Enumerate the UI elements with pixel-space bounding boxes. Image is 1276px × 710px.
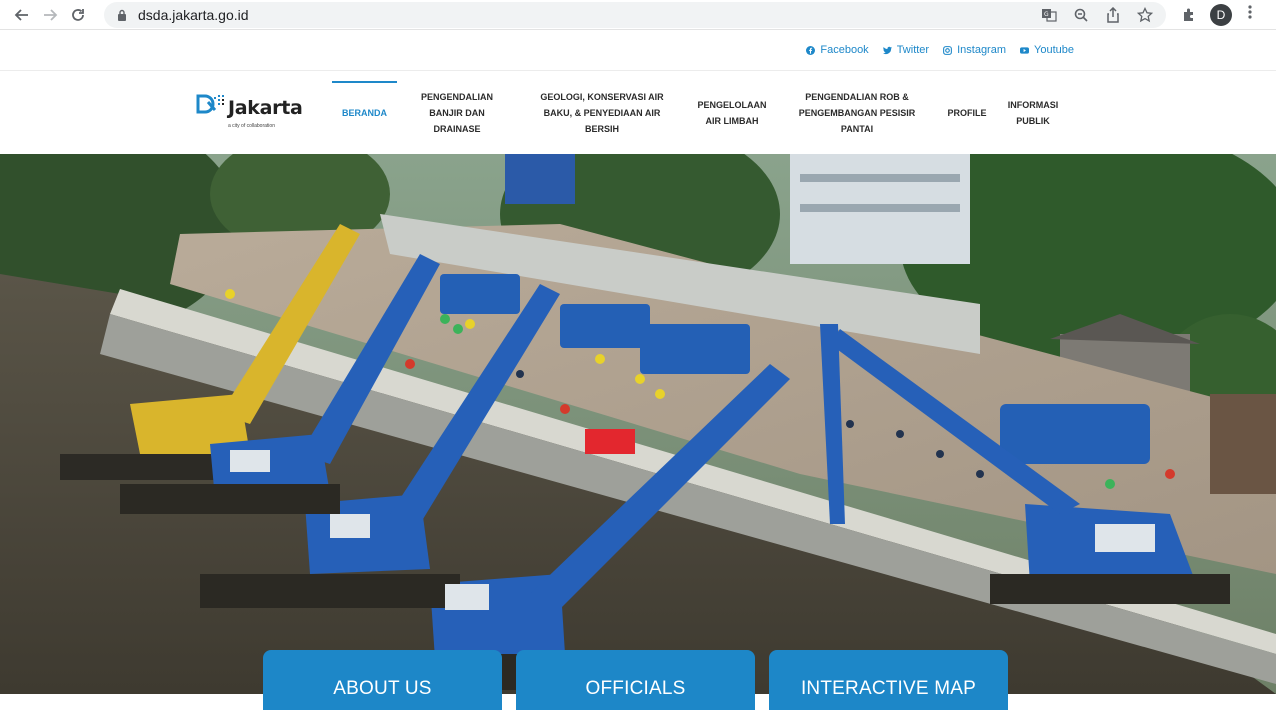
nav-item-geologi[interactable]: GEOLOGI, KONSERVASI AIR BAKU, & PENYEDIA… — [517, 71, 687, 154]
jakarta-logo[interactable]: Jakarta a city of collaboration — [196, 91, 308, 135]
social-label: Twitter — [896, 44, 930, 56]
social-label: Facebook — [820, 44, 869, 56]
logo-wordmark: Jakarta — [228, 97, 303, 119]
nav-item-pengelolaan-air-limbah[interactable]: PENGELOLAAN AIR LIMBAH — [687, 71, 777, 154]
youtube-icon — [1020, 46, 1030, 54]
cta-cards: ABOUT US OFFICIALS INTERACTIVE MAP — [263, 650, 1008, 710]
nav-item-pengendalian-rob[interactable]: PENGENDALIAN ROB & PENGEMBANGAN PESISIR … — [777, 71, 937, 154]
share-icon[interactable] — [1102, 4, 1124, 26]
svg-text:G: G — [1044, 11, 1049, 18]
social-label: Instagram — [957, 44, 1007, 56]
instagram-icon — [943, 45, 953, 55]
about-us-card[interactable]: ABOUT US — [263, 650, 502, 710]
social-link-twitter[interactable]: Twitter — [882, 44, 930, 56]
zoom-icon[interactable] — [1070, 4, 1092, 26]
back-icon[interactable] — [8, 1, 36, 29]
jakarta-logo-mark-icon — [196, 94, 224, 114]
lock-icon[interactable] — [114, 7, 130, 23]
hero-canal-excavators-image — [0, 154, 1276, 694]
interactive-map-card[interactable]: INTERACTIVE MAP — [769, 650, 1008, 710]
officials-card[interactable]: OFFICIALS — [516, 650, 755, 710]
translate-icon[interactable]: G — [1038, 4, 1060, 26]
forward-icon[interactable] — [36, 1, 64, 29]
address-bar[interactable]: dsda.jakarta.go.id G — [104, 1, 1166, 28]
hero-image — [0, 154, 1276, 694]
main-header: Jakarta a city of collaboration BERANDA … — [0, 71, 1276, 154]
nav-item-beranda[interactable]: BERANDA — [332, 71, 397, 154]
profile-avatar[interactable]: D — [1210, 3, 1232, 26]
nav-item-informasi-publik[interactable]: INFORMASI PUBLIK — [997, 71, 1069, 154]
logo-tagline: a city of collaboration — [228, 123, 275, 129]
nav-item-pengendalian-banjir[interactable]: PENGENDALIAN BANJIR DAN DRAINASE — [397, 71, 517, 154]
url-text[interactable]: dsda.jakarta.go.id — [138, 7, 249, 23]
social-link-instagram[interactable]: Instagram — [943, 44, 1006, 56]
social-label: Youtube — [1034, 44, 1074, 56]
nav-item-profile[interactable]: PROFILE — [937, 71, 997, 154]
social-link-youtube[interactable]: Youtube — [1020, 44, 1074, 56]
primary-menu: BERANDA PENGENDALIAN BANJIR DAN DRAINASE… — [332, 71, 1069, 154]
social-bar: Facebook Twitter Instagram Youtube — [0, 30, 1276, 71]
twitter-icon — [882, 46, 892, 54]
facebook-icon — [806, 45, 816, 55]
reload-icon[interactable] — [64, 1, 92, 29]
menu-kebab-icon[interactable] — [1242, 4, 1258, 25]
bookmark-star-icon[interactable] — [1134, 4, 1156, 26]
browser-toolbar: dsda.jakarta.go.id G D — [0, 0, 1276, 30]
social-link-facebook[interactable]: Facebook — [806, 44, 869, 56]
extensions-icon[interactable] — [1178, 4, 1200, 26]
